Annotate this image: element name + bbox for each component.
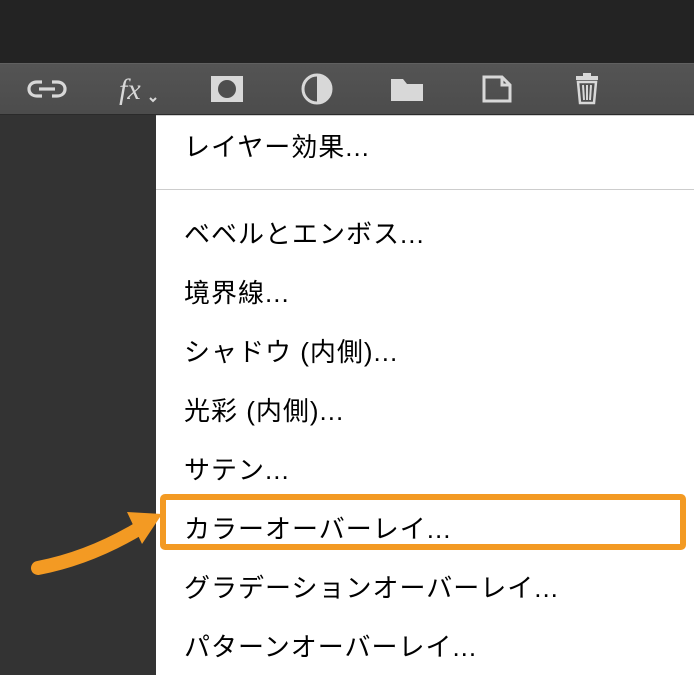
fx-icon[interactable]: fx [112, 69, 162, 109]
annotation-arrow-icon [30, 488, 170, 578]
menu-item-blending-options[interactable]: レイヤー効果... [156, 116, 694, 175]
menu-item-pattern-overlay[interactable]: パターンオーバーレイ... [156, 616, 694, 675]
mask-icon[interactable] [202, 69, 252, 109]
menu-separator [156, 175, 694, 203]
menu-item-inner-shadow[interactable]: シャドウ (内側)... [156, 321, 694, 380]
adjustment-icon[interactable] [292, 69, 342, 109]
layers-toolbar: fx [0, 63, 694, 115]
menu-item-color-overlay[interactable]: カラーオーバーレイ... [156, 498, 694, 557]
svg-text:fx: fx [119, 73, 141, 105]
folder-icon[interactable] [382, 69, 432, 109]
layer-style-menu: レイヤー効果... ベベルとエンボス... 境界線... シャドウ (内側)..… [156, 115, 694, 675]
trash-icon[interactable] [562, 69, 612, 109]
panel-background [0, 0, 694, 63]
new-layer-icon[interactable] [472, 69, 522, 109]
menu-item-inner-glow[interactable]: 光彩 (内側)... [156, 380, 694, 439]
menu-item-gradient-overlay[interactable]: グラデーションオーバーレイ... [156, 557, 694, 616]
menu-item-satin[interactable]: サテン... [156, 439, 694, 498]
link-icon[interactable] [22, 69, 72, 109]
menu-item-stroke[interactable]: 境界線... [156, 262, 694, 321]
menu-item-bevel-emboss[interactable]: ベベルとエンボス... [156, 203, 694, 262]
